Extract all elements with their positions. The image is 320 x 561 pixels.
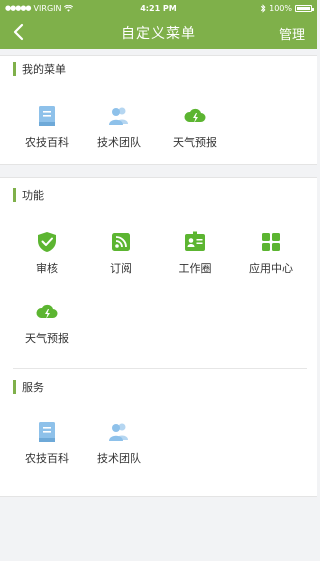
weather-icon <box>184 108 206 123</box>
team-icon <box>109 423 128 441</box>
services-heading: 服务 <box>22 381 44 394</box>
function-item-label: 审核 <box>36 262 58 275</box>
menu-item-label: 技术团队 <box>97 136 141 149</box>
my-menu-header: 我的菜单 <box>13 62 66 76</box>
function-item-review[interactable]: 审核 <box>11 230 83 280</box>
function-item-label: 应用中心 <box>249 262 293 275</box>
signal-icon: ●●●●● <box>5 4 32 12</box>
rss-icon <box>112 233 130 251</box>
function-item-label: 订阅 <box>110 262 132 275</box>
battery-icon <box>295 4 314 12</box>
service-item-tech-team[interactable]: 技术团队 <box>83 420 155 470</box>
function-item-label: 天气预报 <box>25 332 69 345</box>
services-header: 服务 <box>13 380 44 394</box>
manage-button[interactable]: 管理 <box>279 24 305 43</box>
menu-item-label: 天气预报 <box>173 136 217 149</box>
service-item-label: 技术团队 <box>97 452 141 465</box>
my-menu-heading: 我的菜单 <box>22 63 66 76</box>
menu-item-weather[interactable]: 天气预报 <box>159 104 231 154</box>
menu-item-agri-encyclopedia[interactable]: 农技百科 <box>11 104 83 154</box>
menu-item-label: 农技百科 <box>25 136 69 149</box>
book-icon <box>39 106 55 126</box>
menu-item-tech-team[interactable]: 技术团队 <box>83 104 155 154</box>
function-item-app-center[interactable]: 应用中心 <box>235 230 307 280</box>
section-accent-bar <box>13 380 16 394</box>
section-accent-bar <box>13 62 16 76</box>
weather-icon <box>36 304 58 319</box>
battery-percent: 100% <box>269 3 292 13</box>
nav-bar: 自定义菜单 管理 <box>0 16 317 49</box>
id-card-icon <box>185 231 205 251</box>
functions-heading: 功能 <box>22 189 44 202</box>
status-time: 4:21 PM <box>140 3 177 13</box>
service-item-label: 农技百科 <box>25 452 69 465</box>
wifi-icon <box>64 4 74 12</box>
function-item-label: 工作圈 <box>178 262 212 275</box>
carrier-label: VIRGIN <box>33 3 62 13</box>
bluetooth-icon <box>261 3 266 13</box>
team-icon <box>109 107 128 125</box>
grid-icon <box>262 233 280 251</box>
function-item-subscribe[interactable]: 订阅 <box>85 230 157 280</box>
status-bar: ●●●●● VIRGIN 4:21 PM 100% <box>0 0 317 16</box>
function-item-weather[interactable]: 天气预报 <box>11 300 83 350</box>
functions-header: 功能 <box>13 188 44 202</box>
shield-check-icon <box>38 232 56 252</box>
my-menu-section: 我的菜单 农技百科 技术团队 天气预报 <box>0 55 317 165</box>
functions-services-section: 功能 审核 订阅 工作圈 应用中心 天气预报 服务 农技百科 技术团队 <box>0 177 317 497</box>
section-divider <box>13 368 307 369</box>
page-title: 自定义菜单 <box>121 26 196 42</box>
book-icon <box>39 422 55 442</box>
service-item-agri-encyclopedia[interactable]: 农技百科 <box>11 420 83 470</box>
function-item-work-circle[interactable]: 工作圈 <box>159 230 231 280</box>
section-accent-bar <box>13 188 16 202</box>
